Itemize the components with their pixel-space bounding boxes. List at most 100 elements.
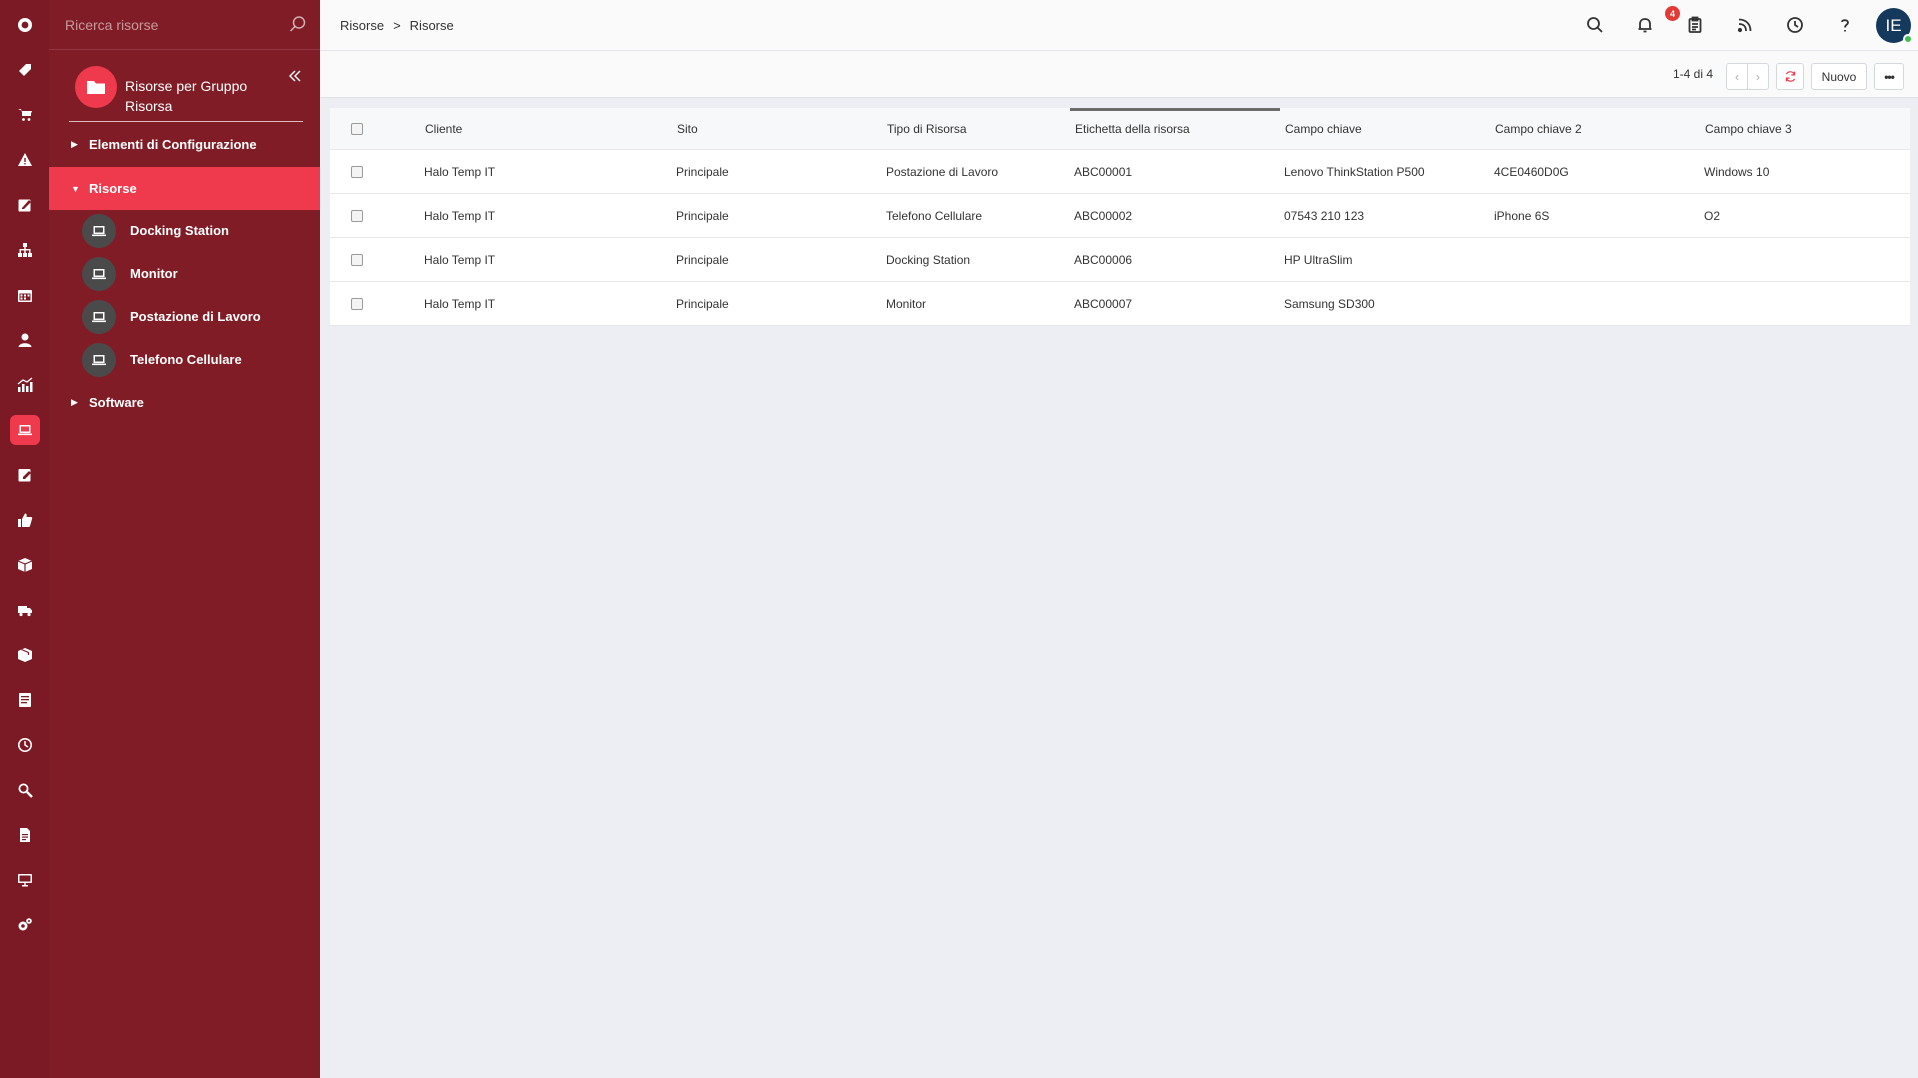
table-row[interactable]: Halo Temp IT Principale Telefono Cellula…	[330, 194, 1910, 238]
tree-leaf-label: Docking Station	[130, 223, 229, 238]
resource-tree-panel: Risorse per Gruppo Risorsa ▶ Elementi di…	[49, 0, 320, 1078]
tree-leaf-monitor[interactable]: Monitor	[82, 252, 320, 295]
expand-arrow-icon[interactable]: ▶	[71, 397, 80, 408]
breadcrumb-item[interactable]: Risorse	[340, 18, 384, 33]
refresh-icon	[1785, 71, 1795, 82]
row-checkbox[interactable]	[351, 297, 363, 310]
notification-badge: 4	[1665, 6, 1680, 21]
folder-icon	[75, 66, 117, 108]
tree-search	[49, 0, 320, 50]
tree-search-input[interactable]	[65, 14, 275, 36]
help-icon[interactable]	[1832, 12, 1858, 38]
column-header-sito[interactable]: Sito	[677, 108, 698, 149]
tree-node-software[interactable]: ▶ Software	[49, 381, 320, 424]
column-header-campo-chiave-3[interactable]: Campo chiave 3	[1705, 108, 1792, 149]
more-options-button[interactable]: •••	[1874, 63, 1904, 90]
search-icon[interactable]	[289, 15, 307, 33]
refresh-button[interactable]	[1776, 63, 1804, 90]
tree-leaf-workstation[interactable]: Postazione di Lavoro	[82, 295, 320, 338]
note-icon[interactable]	[10, 460, 40, 490]
chevron-left-icon[interactable]: ‹	[1727, 64, 1747, 89]
column-header-campo-chiave[interactable]: Campo chiave	[1285, 108, 1362, 149]
home-logo-icon[interactable]	[10, 10, 40, 40]
column-header-cliente[interactable]: Cliente	[425, 108, 462, 149]
group-title: Risorse per Gruppo Risorsa	[125, 78, 248, 114]
cell-campo-chiave: 07543 210 123	[1284, 208, 1365, 223]
cell-etichetta: ABC00007	[1074, 296, 1133, 311]
bell-icon[interactable]	[1632, 12, 1658, 38]
thumbs-up-icon[interactable]	[10, 505, 40, 535]
cell-tipo: Postazione di Lavoro	[886, 164, 999, 179]
tree-leaf-docking-station[interactable]: Docking Station	[82, 209, 320, 252]
chevron-right-icon[interactable]: ›	[1747, 64, 1768, 89]
laptop-icon[interactable]	[10, 415, 40, 445]
cell-campo-chiave-3: O2	[1704, 208, 1721, 223]
cell-campo-chiave: Lenovo ThinkStation P500	[1284, 164, 1425, 179]
tree-leaf-mobile-phone[interactable]: Telefono Cellulare	[82, 338, 320, 381]
column-header-campo-chiave-2[interactable]: Campo chiave 2	[1495, 108, 1582, 149]
record-count: 1-4 di 4	[1673, 67, 1714, 81]
tree-node-resources[interactable]: ▼ Risorse	[49, 167, 320, 210]
cell-etichetta: ABC00006	[1074, 252, 1133, 267]
cell-etichetta: ABC00002	[1074, 208, 1133, 223]
collapse-arrow-icon[interactable]: ▼	[71, 184, 80, 194]
file-icon[interactable]	[10, 820, 40, 850]
clock-icon[interactable]	[1782, 12, 1808, 38]
tag-icon[interactable]	[10, 55, 40, 85]
cart-icon[interactable]	[10, 100, 40, 130]
cell-campo-chiave: Samsung SD300	[1284, 296, 1375, 311]
box-icon[interactable]	[10, 550, 40, 580]
expand-arrow-icon[interactable]: ▶	[71, 139, 80, 150]
row-checkbox[interactable]	[351, 209, 363, 222]
clock-icon[interactable]	[10, 730, 40, 760]
cell-tipo: Docking Station	[886, 252, 971, 267]
collapse-panel-icon[interactable]	[287, 68, 303, 84]
search-icon[interactable]	[10, 775, 40, 805]
rss-icon[interactable]	[1732, 12, 1758, 38]
tree-leaf-label: Postazione di Lavoro	[130, 309, 261, 324]
column-header-etichetta[interactable]: Etichetta della risorsa	[1075, 108, 1190, 149]
package-icon[interactable]	[10, 640, 40, 670]
cell-campo-chiave: HP UltraSlim	[1284, 252, 1353, 267]
row-checkbox[interactable]	[351, 165, 363, 178]
sitemap-icon[interactable]	[10, 235, 40, 265]
tree-node-label: Software	[89, 395, 144, 410]
select-all-checkbox[interactable]	[351, 122, 363, 135]
breadcrumb-item: Risorse	[409, 18, 454, 33]
cell-cliente: Halo Temp IT	[424, 208, 496, 223]
clipboard-icon[interactable]	[1682, 12, 1708, 38]
table-row[interactable]: Halo Temp IT Principale Docking Station …	[330, 238, 1910, 282]
settings-icon[interactable]	[10, 910, 40, 940]
truck-icon[interactable]	[10, 595, 40, 625]
cell-campo-chiave-2: 4CE0460D0G	[1494, 164, 1569, 179]
laptop-icon	[82, 256, 116, 291]
icon-rail	[0, 0, 49, 1078]
group-header: Risorse per Gruppo Risorsa	[69, 66, 303, 122]
chart-icon[interactable]	[10, 370, 40, 400]
table-header-row: Cliente Sito Tipo di Risorsa Etichetta d…	[330, 108, 1910, 150]
cell-etichetta: ABC00001	[1074, 164, 1133, 179]
monitor-icon[interactable]	[10, 865, 40, 895]
warning-icon[interactable]	[10, 145, 40, 175]
tree-node-configuration-items[interactable]: ▶ Elementi di Configurazione	[49, 123, 320, 166]
table-row[interactable]: Halo Temp IT Principale Monitor ABC00007…	[330, 282, 1910, 326]
cell-sito: Principale	[676, 252, 729, 267]
cell-cliente: Halo Temp IT	[424, 252, 496, 267]
top-bar: Risorse > Risorse	[320, 0, 1918, 51]
list-toolbar: 1-4 di 4	[320, 51, 1918, 98]
tree-node-label: Elementi di Configurazione	[89, 137, 257, 152]
column-header-tipo[interactable]: Tipo di Risorsa	[887, 108, 967, 149]
edit-icon[interactable]	[10, 190, 40, 220]
laptop-icon	[82, 299, 116, 334]
row-checkbox[interactable]	[351, 253, 363, 266]
document-icon[interactable]	[10, 685, 40, 715]
new-button[interactable]: Nuovo	[1811, 63, 1867, 90]
table-row[interactable]: Halo Temp IT Principale Postazione di La…	[330, 150, 1910, 194]
cell-sito: Principale	[676, 296, 729, 311]
user-icon[interactable]	[10, 325, 40, 355]
breadcrumb: Risorse > Risorse	[340, 18, 454, 33]
search-icon[interactable]	[1582, 12, 1608, 38]
cell-sito: Principale	[676, 208, 729, 223]
cell-tipo: Telefono Cellulare	[886, 208, 983, 223]
calendar-icon[interactable]	[10, 280, 40, 310]
